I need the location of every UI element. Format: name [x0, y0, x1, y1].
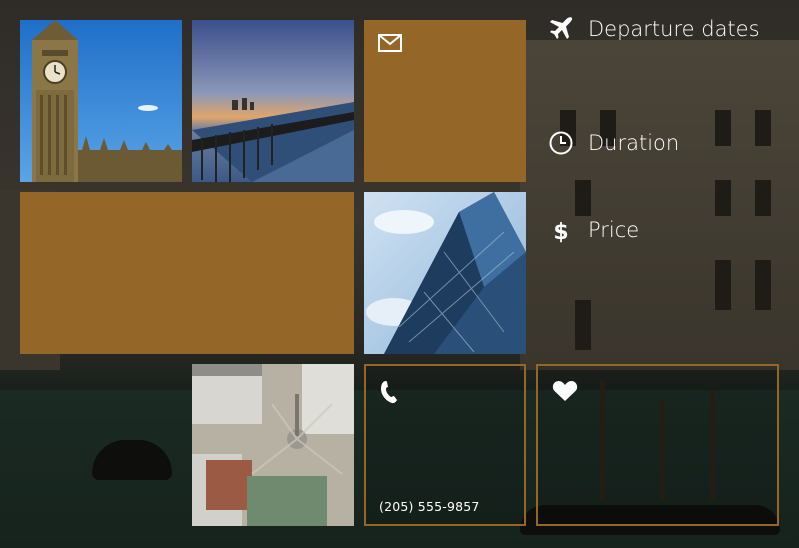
mail-tile[interactable]	[364, 20, 526, 182]
menu-item-label: Departure dates	[588, 17, 760, 41]
menu-item-price[interactable]: $ Price	[548, 217, 639, 243]
svg-text:$: $	[553, 220, 568, 243]
menu-item-label: Price	[588, 218, 640, 242]
phone-number: (205) 555-9857	[379, 499, 480, 514]
heart-icon	[552, 381, 578, 401]
city-square-image	[192, 364, 354, 526]
airplane-icon	[548, 16, 574, 42]
mail-icon	[378, 34, 402, 52]
big-ben-image	[20, 20, 182, 182]
wide-tile[interactable]	[20, 192, 354, 354]
phone-tile[interactable]: (205) 555-9857	[364, 364, 526, 526]
tile-city-square-photo[interactable]	[192, 364, 354, 526]
tile-big-ben-photo[interactable]	[20, 20, 182, 182]
favorite-tile[interactable]	[536, 364, 779, 526]
menu-item-departure-dates[interactable]: Departure dates	[548, 16, 760, 42]
menu-item-label: Duration	[588, 131, 680, 155]
dollar-icon: $	[548, 217, 574, 243]
clock-icon	[548, 130, 574, 156]
bridge-image	[192, 20, 354, 182]
menu-item-duration[interactable]: Duration	[548, 130, 679, 156]
tile-bridge-photo[interactable]	[192, 20, 354, 182]
phone-icon	[381, 381, 397, 404]
tile-skyscraper-photo[interactable]	[364, 192, 526, 354]
skyscraper-image	[364, 192, 526, 354]
